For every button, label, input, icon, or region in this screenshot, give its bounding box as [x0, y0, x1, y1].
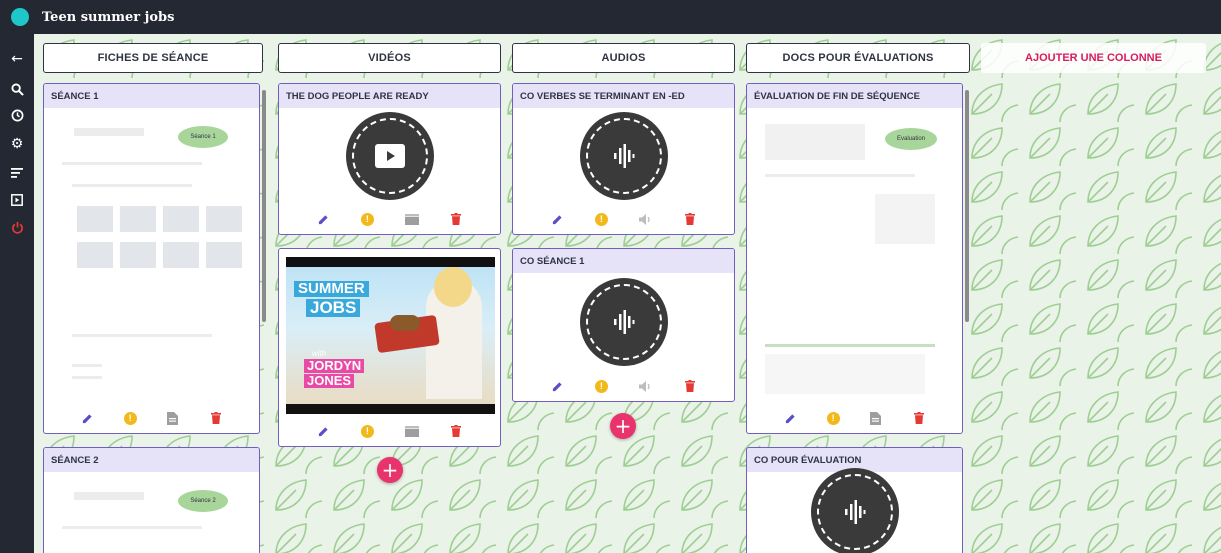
- card-actions: !: [513, 371, 734, 401]
- document-pill-label: Séance 2: [178, 490, 228, 512]
- card-title: CO VERBES SE TERMINANT EN -ED: [513, 84, 734, 108]
- audio-waveform-icon[interactable]: [579, 278, 668, 366]
- card-summer-jobs-video[interactable]: SUMMER JOBS with JORDYN JONES !: [278, 248, 501, 447]
- edit-pencil-icon[interactable]: [315, 423, 331, 439]
- document-preview[interactable]: Evaluation: [755, 114, 943, 399]
- column-header-docs-evaluations[interactable]: DOCS POUR ÉVALUATIONS: [746, 43, 970, 73]
- search-icon[interactable]: [0, 76, 34, 102]
- thumbnail-text: with: [312, 349, 327, 358]
- speaker-icon[interactable]: [638, 378, 654, 394]
- card-title: SÉANCE 1: [44, 84, 259, 108]
- add-card-videos-button[interactable]: +: [377, 457, 403, 483]
- clapperboard-icon[interactable]: [404, 423, 420, 439]
- board-area: FICHES DE SÉANCE VIDÉOS AUDIOS DOCS POUR…: [34, 34, 1221, 553]
- edit-pencil-icon[interactable]: [549, 378, 565, 394]
- card-actions: !: [279, 416, 500, 446]
- audio-waveform-icon[interactable]: [810, 468, 899, 553]
- document-icon[interactable]: [165, 410, 181, 426]
- info-icon[interactable]: !: [359, 423, 375, 439]
- document-icon[interactable]: [868, 410, 884, 426]
- card-title: ÉVALUATION DE FIN DE SÉQUENCE: [747, 84, 962, 108]
- present-icon[interactable]: [0, 187, 34, 213]
- delete-trash-icon[interactable]: [682, 378, 698, 394]
- sidebar: ← ⚙: [0, 34, 34, 553]
- card-actions: !: [44, 403, 259, 433]
- delete-trash-icon[interactable]: [208, 410, 224, 426]
- edit-pencil-icon[interactable]: [549, 211, 565, 227]
- column-header-audios[interactable]: AUDIOS: [512, 43, 735, 73]
- back-arrow-icon[interactable]: ←: [0, 46, 34, 72]
- board-title[interactable]: Teen summer jobs: [42, 10, 174, 25]
- speaker-icon[interactable]: [638, 211, 654, 227]
- power-icon[interactable]: [0, 214, 34, 240]
- clapperboard-icon[interactable]: [404, 211, 420, 227]
- top-bar: Teen summer jobs: [0, 0, 1221, 34]
- video-thumbnail[interactable]: SUMMER JOBS with JORDYN JONES: [286, 257, 495, 414]
- card-co-pour-evaluation[interactable]: CO POUR ÉVALUATION: [746, 447, 963, 553]
- document-preview[interactable]: Séance 2: [52, 478, 250, 553]
- card-actions: !: [513, 204, 734, 234]
- document-pill-label: Séance 1: [178, 126, 228, 148]
- card-title: CO SÉANCE 1: [513, 249, 734, 273]
- card-co-seance-1[interactable]: CO SÉANCE 1 !: [512, 248, 735, 402]
- info-icon[interactable]: !: [122, 410, 138, 426]
- delete-trash-icon[interactable]: [682, 211, 698, 227]
- card-actions: !: [747, 403, 962, 433]
- thumbnail-text: SUMMER: [294, 281, 369, 297]
- card-actions: !: [279, 204, 500, 234]
- card-co-verbes[interactable]: CO VERBES SE TERMINANT EN -ED !: [512, 83, 735, 235]
- thumbnail-text: JORDYN: [304, 359, 365, 373]
- gear-icon[interactable]: ⚙: [0, 131, 34, 157]
- info-icon[interactable]: !: [359, 211, 375, 227]
- card-the-dog-people[interactable]: THE DOG PEOPLE ARE READY !: [278, 83, 501, 235]
- video-play-icon[interactable]: [345, 112, 434, 200]
- delete-trash-icon[interactable]: [448, 423, 464, 439]
- info-icon[interactable]: !: [593, 211, 609, 227]
- document-preview[interactable]: Séance 1: [52, 114, 250, 399]
- delete-trash-icon[interactable]: [911, 410, 927, 426]
- column-header-videos[interactable]: VIDÉOS: [278, 43, 501, 73]
- thumbnail-text: JOBS: [306, 299, 361, 317]
- delete-trash-icon[interactable]: [448, 211, 464, 227]
- add-column-button[interactable]: AJOUTER UNE COLONNE: [981, 43, 1206, 73]
- clock-icon[interactable]: [0, 102, 34, 128]
- column-scrollbar[interactable]: [965, 90, 969, 322]
- edit-pencil-icon[interactable]: [782, 410, 798, 426]
- card-title: SÉANCE 2: [44, 448, 259, 472]
- thumbnail-text: JONES: [304, 374, 355, 388]
- card-seance-1[interactable]: SÉANCE 1 Séance 1 !: [43, 83, 260, 434]
- card-evaluation-fin-sequence[interactable]: ÉVALUATION DE FIN DE SÉQUENCE Evaluation…: [746, 83, 963, 434]
- column-scrollbar[interactable]: [262, 90, 266, 322]
- document-pill-label: Evaluation: [885, 128, 937, 150]
- audio-waveform-icon[interactable]: [579, 112, 668, 200]
- card-title: THE DOG PEOPLE ARE READY: [279, 84, 500, 108]
- info-icon[interactable]: !: [825, 410, 841, 426]
- edit-pencil-icon[interactable]: [315, 211, 331, 227]
- list-icon[interactable]: [0, 160, 34, 186]
- edit-pencil-icon[interactable]: [79, 410, 95, 426]
- info-icon[interactable]: !: [593, 378, 609, 394]
- column-header-fiches[interactable]: FICHES DE SÉANCE: [43, 43, 263, 73]
- card-seance-2[interactable]: SÉANCE 2 Séance 2: [43, 447, 260, 553]
- app-logo[interactable]: [11, 8, 29, 26]
- add-card-audios-button[interactable]: +: [610, 413, 636, 439]
